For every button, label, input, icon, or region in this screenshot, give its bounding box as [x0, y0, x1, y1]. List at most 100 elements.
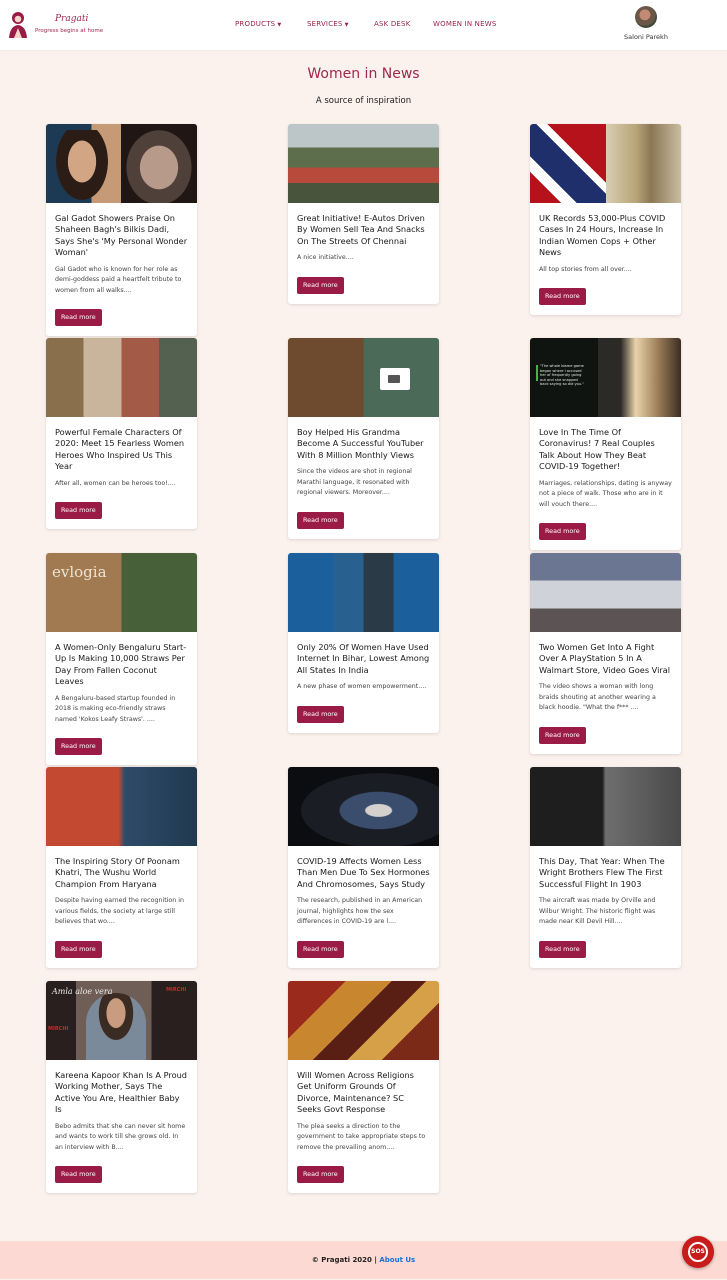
article-thumbnail[interactable] — [288, 981, 439, 1060]
read-more-button[interactable]: Read more — [539, 288, 586, 306]
read-more-button[interactable]: Read more — [297, 512, 344, 529]
thumb-brand-text: evlogia — [52, 563, 107, 581]
article-title: Gal Gadot Showers Praise On Shaheen Bagh… — [55, 213, 188, 258]
read-more-button[interactable]: Read more — [55, 1166, 102, 1184]
nav-services-label: SERVICES — [307, 20, 343, 28]
nav-services[interactable]: SERVICES ▼ — [307, 20, 349, 28]
play-icon — [388, 375, 400, 383]
article-card: Two Women Get Into A Fight Over A PlaySt… — [530, 553, 681, 754]
article-card: Only 20% Of Women Have Used Internet In … — [288, 553, 439, 733]
article-excerpt: Bebo admits that she can never sit home … — [55, 1122, 186, 1151]
article-thumbnail[interactable] — [288, 124, 439, 203]
user-profile[interactable]: Saloni Parekh — [618, 6, 674, 41]
woman-logo-icon — [9, 12, 27, 38]
article-excerpt: Since the videos are shot in regional Ma… — [297, 468, 412, 497]
read-more-button[interactable]: Read more — [297, 1166, 344, 1184]
sos-button[interactable]: SOS — [682, 1236, 714, 1268]
read-more-button[interactable]: Read more — [55, 941, 102, 958]
article-thumbnail[interactable] — [46, 338, 197, 417]
page-subtitle: A source of inspiration — [315, 96, 412, 106]
article-thumbnail[interactable] — [46, 124, 197, 203]
user-name: Saloni Parekh — [624, 33, 668, 41]
thumb-figure — [121, 124, 197, 203]
footer-text: © Pragati 2020 | About Us — [0, 1256, 727, 1264]
article-excerpt: The video shows a woman with long braids… — [539, 683, 656, 712]
article-card: COVID-19 Affects Women Less Than Men Due… — [288, 767, 439, 968]
article-thumbnail[interactable] — [530, 767, 681, 846]
read-more-button[interactable]: Read more — [55, 502, 102, 520]
thumb-flag — [530, 124, 606, 203]
article-thumbnail[interactable] — [46, 767, 197, 846]
nav-products-label: PRODUCTS — [235, 20, 276, 28]
nav-women-in-news[interactable]: WOMEN IN NEWS — [433, 20, 497, 28]
logo-tagline: Progress begins at home — [35, 28, 104, 34]
read-more-button[interactable]: Read more — [539, 727, 586, 744]
thumb-logo-text: MIRCHI — [48, 1026, 69, 1032]
nav-products[interactable]: PRODUCTS ▼ — [235, 20, 281, 28]
nav-ask-desk-label: ASK DESK — [374, 20, 411, 28]
logo-title: Pragati — [55, 14, 89, 24]
article-excerpt: The aircraft was made by Orville and Wil… — [539, 897, 656, 926]
footer: © Pragati 2020 | About Us — [0, 1241, 727, 1279]
article-title: COVID-19 Affects Women Less Than Men Due… — [297, 856, 430, 889]
article-card: UK Records 53,000-Plus COVID Cases In 24… — [530, 124, 681, 316]
article-excerpt: Gal Gadot who is known for her role as d… — [55, 265, 182, 294]
article-thumbnail[interactable] — [288, 553, 439, 632]
read-more-button[interactable]: Read more — [539, 941, 586, 958]
page-title: Women in News — [307, 66, 420, 82]
article-title: Only 20% Of Women Have Used Internet In … — [297, 642, 430, 675]
article-title: Love In The Time Of Coronavirus! 7 Real … — [539, 427, 655, 472]
article-card: "The whole blame game began where I accu… — [530, 338, 681, 551]
article-title: Two Women Get Into A Fight Over A PlaySt… — [539, 642, 671, 675]
article-title: Kareena Kapoor Khan Is A Proud Working M… — [55, 1070, 187, 1115]
sos-icon: SOS — [688, 1242, 708, 1262]
thumb-figure — [56, 130, 108, 200]
read-more-button[interactable]: Read more — [55, 738, 102, 756]
read-more-button[interactable]: Read more — [297, 941, 344, 958]
read-more-button[interactable]: Read more — [55, 309, 102, 327]
article-card: The Inspiring Story Of Poonam Khatri, Th… — [46, 767, 197, 968]
article-card: Amla aloe vera MIRCHI MIRCHI Kareena Kap… — [46, 981, 197, 1194]
nav-women-in-news-label: WOMEN IN NEWS — [433, 20, 497, 28]
article-title: Boy Helped His Grandma Become A Successf… — [297, 427, 424, 460]
read-more-button[interactable]: Read more — [297, 705, 344, 723]
avatar[interactable] — [635, 6, 657, 28]
article-thumbnail[interactable] — [530, 553, 681, 632]
read-more-button[interactable]: Read more — [539, 523, 586, 541]
thumb-quote: "The whole blame game began where I accu… — [540, 364, 584, 386]
article-card: evlogia A Women-Only Bengaluru Start-Up … — [46, 553, 197, 766]
article-excerpt: A new phase of women empowerment.... — [297, 683, 427, 691]
article-excerpt: Marriages, relationships, dating is anyw… — [539, 479, 672, 508]
article-thumbnail[interactable]: evlogia — [46, 553, 197, 632]
article-excerpt: The research, published in an American j… — [297, 897, 423, 926]
caret-down-icon: ▼ — [344, 22, 349, 28]
thumb-figure — [606, 124, 681, 203]
quote-bar — [536, 365, 538, 381]
caret-down-icon: ▼ — [277, 22, 282, 28]
article-title: Will Women Across Religions Get Uniform … — [297, 1070, 414, 1115]
article-card: Powerful Female Characters Of 2020: Meet… — [46, 338, 197, 530]
navbar: Pragati Progress begins at home PRODUCTS… — [0, 0, 727, 51]
article-excerpt: A nice initiative.... — [297, 254, 354, 262]
nav-ask-desk[interactable]: ASK DESK — [374, 20, 411, 28]
thumb-brand-text: Amla aloe vera — [52, 987, 113, 996]
article-thumbnail[interactable] — [288, 338, 439, 417]
article-thumbnail[interactable] — [530, 124, 681, 203]
about-us-link[interactable]: About Us — [379, 1256, 415, 1264]
article-title: The Inspiring Story Of Poonam Khatri, Th… — [55, 856, 180, 889]
article-card: Boy Helped His Grandma Become A Successf… — [288, 338, 439, 539]
article-thumbnail[interactable]: "The whole blame game began where I accu… — [530, 338, 681, 417]
article-title: Powerful Female Characters Of 2020: Meet… — [55, 427, 185, 472]
article-title: UK Records 53,000-Plus COVID Cases In 24… — [539, 213, 666, 258]
article-title: A Women-Only Bengaluru Start-Up Is Makin… — [55, 642, 187, 687]
article-card: Great Initiative! E-Autos Driven By Wome… — [288, 124, 439, 304]
article-excerpt: Despite having earned the recognition in… — [55, 897, 184, 926]
article-excerpt: After all, women can be heroes too!.... — [55, 479, 176, 487]
read-more-button[interactable]: Read more — [297, 276, 344, 294]
article-card: Gal Gadot Showers Praise On Shaheen Bagh… — [46, 124, 197, 337]
article-title: This Day, That Year: When The Wright Bro… — [539, 856, 665, 889]
article-thumbnail[interactable]: Amla aloe vera MIRCHI MIRCHI — [46, 981, 197, 1060]
article-card: This Day, That Year: When The Wright Bro… — [530, 767, 681, 968]
pragati-logo[interactable]: Pragati Progress begins at home — [7, 10, 117, 42]
article-thumbnail[interactable] — [288, 767, 439, 846]
